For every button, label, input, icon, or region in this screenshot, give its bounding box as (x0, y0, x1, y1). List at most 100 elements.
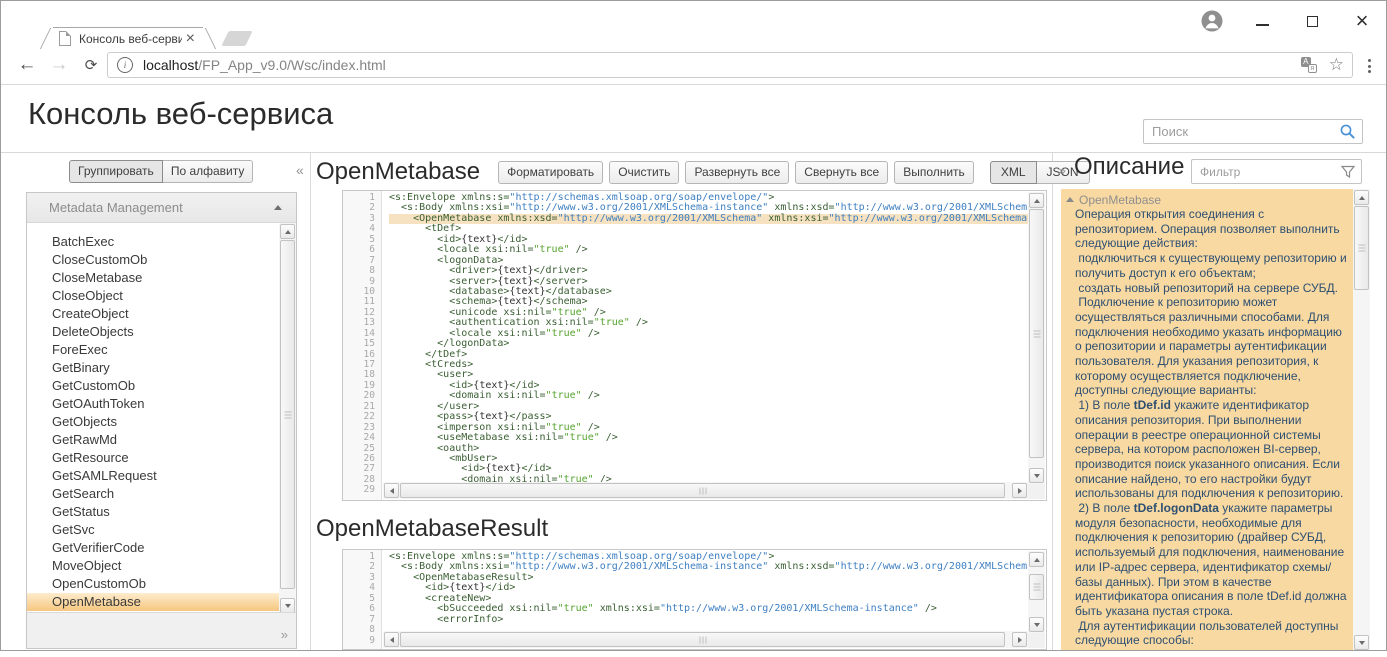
scrollbar-thumb[interactable] (1354, 206, 1369, 290)
scrollbar-corner (1028, 482, 1045, 499)
xml-toggle[interactable]: XML (990, 161, 1037, 184)
scrollbar-thumb[interactable] (400, 483, 1005, 498)
new-tab-button[interactable] (221, 31, 252, 46)
code-line[interactable]: <domain xsi:nil="true" /> (389, 475, 1028, 482)
operation-item[interactable]: GetCustomOb (27, 377, 296, 395)
sidebar-scrollbar[interactable] (279, 223, 296, 614)
line-number: 8 (343, 625, 381, 635)
request-code-area[interactable]: <s:Envelope xmlns:s="http://schemas.xmls… (383, 191, 1028, 482)
tab-close-icon[interactable] (182, 31, 199, 46)
profile-icon[interactable] (1198, 7, 1226, 35)
scrollbar-button[interactable] (1354, 635, 1369, 650)
line-number: 4 (343, 583, 381, 593)
sidebar-footer-expand-icon[interactable] (281, 627, 286, 642)
bookmark-star-icon[interactable] (1329, 55, 1344, 75)
line-number: 1 (343, 193, 381, 203)
request-horizontal-scrollbar[interactable] (383, 482, 1028, 499)
description-entry-label: OpenMetabase (1079, 193, 1161, 207)
code-line[interactable]: </logonData> (389, 339, 1028, 349)
response-code-area[interactable]: <s:Envelope xmlns:s="http://schemas.xmls… (383, 550, 1028, 631)
group-button[interactable]: Группировать (69, 160, 163, 183)
browser-tab[interactable]: Консоль веб-сервиса (53, 27, 203, 49)
format-button[interactable]: Форматировать (498, 161, 603, 184)
scrollbar-button[interactable] (1354, 190, 1369, 205)
description-expand-icon[interactable] (1058, 162, 1066, 178)
operation-item[interactable]: OpenCustomOb (27, 575, 296, 593)
response-vertical-scrollbar[interactable] (1028, 551, 1045, 633)
scrollbar-button[interactable] (1029, 193, 1044, 208)
operation-item[interactable]: BatchExec (27, 233, 296, 251)
operation-item[interactable]: GetResource (27, 449, 296, 467)
search-icon[interactable] (1339, 123, 1356, 140)
line-number: 28 (343, 475, 381, 485)
code-line[interactable]: </tDef> (389, 350, 1028, 360)
operation-item[interactable]: CloseObject (27, 287, 296, 305)
scrollbar-button[interactable] (280, 224, 295, 239)
request-line-numbers: 1234567891011121314151617181920212223242… (343, 191, 382, 500)
minimize-button[interactable] (1248, 7, 1276, 35)
operation-item[interactable]: GetSearch (27, 485, 296, 503)
description-entry-header[interactable]: OpenMetabase (1066, 192, 1347, 207)
info-icon[interactable] (117, 57, 133, 73)
scrollbar-button[interactable] (1012, 632, 1027, 647)
code-line[interactable]: <domain xsi:nil="true" /> (389, 391, 1028, 401)
scrollbar-button[interactable] (1029, 468, 1044, 483)
operation-item[interactable]: OpenMetabase (27, 593, 296, 611)
operation-item[interactable]: GetOAuthToken (27, 395, 296, 413)
filter-funnel-icon[interactable] (1341, 165, 1355, 179)
operation-item[interactable]: CloseCustomOb (27, 251, 296, 269)
scrollbar-thumb[interactable] (400, 632, 1005, 647)
response-horizontal-scrollbar[interactable] (383, 631, 1028, 648)
operation-item[interactable]: GetStatus (27, 503, 296, 521)
scrollbar-button[interactable] (1029, 617, 1044, 632)
operation-item[interactable]: GetRawMd (27, 431, 296, 449)
operation-item[interactable]: GetObjects (27, 413, 296, 431)
url-text[interactable]: localhost/FP_App_v9.0/Wsc/index.html (143, 57, 1301, 73)
line-number: 2 (343, 203, 381, 213)
group-header[interactable]: Metadata Management (27, 193, 296, 223)
execute-button[interactable]: Выполнить (894, 161, 974, 184)
operation-item[interactable]: GetSAMLRequest (27, 467, 296, 485)
expand-all-button[interactable]: Развернуть все (685, 161, 789, 184)
reload-button[interactable] (77, 51, 105, 79)
code-line[interactable]: <tCreds> (389, 360, 1028, 370)
operation-item[interactable]: DeleteObjects (27, 323, 296, 341)
scrollbar-button[interactable] (384, 632, 399, 647)
page-title: Консоль веб-сервиса (28, 96, 333, 132)
operation-item[interactable]: GetBinary (27, 359, 296, 377)
back-button[interactable] (13, 51, 41, 79)
collapse-all-button[interactable]: Свернуть все (795, 161, 888, 184)
description-scrollbar[interactable] (1353, 189, 1370, 651)
scrollbar-button[interactable] (280, 598, 295, 613)
request-vertical-scrollbar[interactable] (1028, 192, 1045, 484)
alphabetical-button[interactable]: По алфавиту (162, 160, 254, 183)
sidebar-collapse-icon[interactable] (296, 162, 304, 178)
forward-button[interactable] (45, 51, 73, 79)
scrollbar-button[interactable] (384, 483, 399, 498)
browser-menu-icon[interactable] (1360, 54, 1378, 78)
url-bar[interactable]: localhost/FP_App_v9.0/Wsc/index.html Aя (107, 52, 1353, 78)
scrollbar-thumb[interactable] (1029, 574, 1044, 600)
code-line[interactable]: <errorInfo> (389, 615, 1028, 625)
operation-item[interactable]: ForeExec (27, 341, 296, 359)
search-input[interactable] (1144, 124, 1339, 139)
maximize-button[interactable] (1298, 7, 1326, 35)
scrollbar-thumb[interactable] (1029, 209, 1044, 458)
window-close-button[interactable] (1348, 7, 1376, 35)
code-line[interactable]: <OpenMetabase xmlns:xsd="http://www.w3.o… (389, 214, 1028, 224)
operation-item[interactable]: GetVerifierCode (27, 539, 296, 557)
operation-item[interactable]: GetSvc (27, 521, 296, 539)
translate-icon[interactable]: Aя (1301, 57, 1317, 73)
clear-button[interactable]: Очистить (609, 161, 679, 184)
url-host: localhost (143, 57, 198, 73)
filter-input[interactable] (1192, 165, 1341, 179)
operation-item[interactable]: MoveObject (27, 557, 296, 575)
scrollbar-button[interactable] (1029, 552, 1044, 567)
operation-item[interactable]: CloseMetabase (27, 269, 296, 287)
scrollbar-thumb[interactable] (280, 240, 295, 589)
operation-item[interactable]: CreateObject (27, 305, 296, 323)
response-editor[interactable]: 123456789 <s:Envelope xmlns:s="http://sc… (342, 549, 1047, 650)
code-line[interactable]: <useMetabase xsi:nil="true" /> (389, 433, 1028, 443)
request-editor[interactable]: 1234567891011121314151617181920212223242… (342, 190, 1047, 501)
scrollbar-button[interactable] (1012, 483, 1027, 498)
